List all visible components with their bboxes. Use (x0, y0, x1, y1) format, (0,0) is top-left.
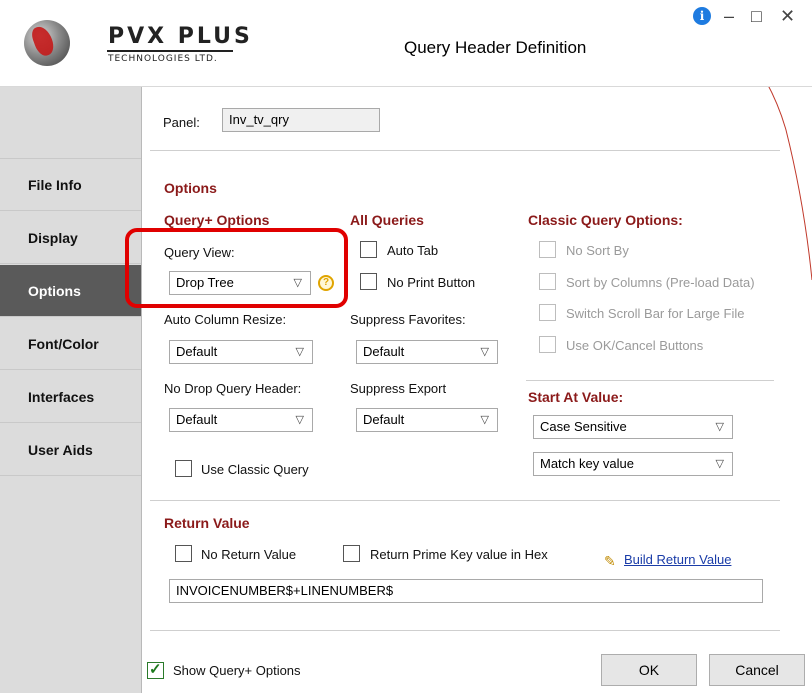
chevron-down-icon: ▽ (295, 414, 304, 426)
no-print-button-label: No Print Button (387, 275, 476, 290)
pencil-icon: ✎ (604, 553, 616, 569)
show-query-plus-label: Show Query+ Options (173, 663, 301, 678)
sidebar-item-font-color[interactable]: Font/Color (0, 318, 141, 370)
panel-field: Inv_tv_qry (222, 108, 380, 132)
suppress-export-select[interactable]: Default ▽ (356, 408, 498, 432)
no-drop-query-header-value: Default (176, 412, 218, 427)
auto-column-resize-label: Auto Column Resize: (164, 312, 287, 327)
return-prime-key-label: Return Prime Key value in Hex (370, 547, 548, 562)
chevron-down-icon: ▽ (715, 458, 724, 470)
case-sensitivity-value: Case Sensitive (540, 419, 627, 434)
sort-by-columns-label: Sort by Columns (Pre-load Data) (566, 275, 755, 290)
classic-query-heading: Classic Query Options: (528, 212, 683, 228)
return-value-heading: Return Value (164, 515, 250, 531)
match-key-select[interactable]: Match key value ▽ (533, 452, 733, 476)
suppress-favorites-label: Suppress Favorites: (350, 312, 466, 327)
use-classic-query-checkbox[interactable] (175, 460, 192, 477)
no-drop-query-header-select[interactable]: Default ▽ (169, 408, 313, 432)
case-sensitivity-select[interactable]: Case Sensitive ▽ (533, 415, 733, 439)
no-return-value-label: No Return Value (201, 547, 297, 562)
pvx-logo-icon (24, 20, 70, 66)
highlight-annotation (125, 228, 348, 308)
no-print-button-checkbox[interactable] (360, 273, 377, 290)
use-ok-cancel-label: Use OK/Cancel Buttons (566, 338, 704, 353)
sidebar-item-user-aids[interactable]: User Aids (0, 424, 141, 476)
logo-name: PVX PLUS (108, 24, 253, 49)
sidebar-item-display[interactable]: Display (0, 212, 141, 264)
divider (150, 150, 780, 151)
show-query-plus-checkbox[interactable] (147, 660, 164, 679)
no-sort-by-checkbox[interactable] (539, 241, 556, 258)
auto-tab-label: Auto Tab (387, 243, 439, 258)
logo-subtitle: TECHNOLOGIES LTD. (108, 54, 218, 64)
auto-column-resize-select[interactable]: Default ▽ (169, 340, 313, 364)
use-classic-query-label: Use Classic Query (201, 462, 309, 477)
query-plus-heading: Query+ Options (164, 212, 270, 228)
chevron-down-icon: ▽ (480, 414, 489, 426)
sidebar: File Info Display Options Font/Color Int… (0, 87, 142, 693)
chevron-down-icon: ▽ (480, 346, 489, 358)
suppress-favorites-value: Default (363, 344, 405, 359)
suppress-export-value: Default (363, 412, 405, 427)
no-return-value-checkbox[interactable] (175, 545, 192, 562)
sidebar-spacer (0, 87, 141, 159)
divider (526, 380, 774, 381)
use-ok-cancel-checkbox[interactable] (539, 336, 556, 353)
cancel-button[interactable]: Cancel (709, 654, 805, 686)
auto-tab-checkbox[interactable] (360, 241, 377, 258)
chevron-down-icon: ▽ (715, 421, 724, 433)
no-drop-query-header-label: No Drop Query Header: (164, 381, 302, 396)
switch-scroll-bar-checkbox[interactable] (539, 304, 556, 321)
close-button[interactable]: ✕ (780, 6, 795, 27)
window-title: Query Header Definition (404, 38, 587, 57)
panel-label: Panel: (163, 115, 200, 130)
return-prime-key-checkbox[interactable] (343, 545, 360, 562)
build-return-value-link[interactable]: Build Return Value (624, 552, 731, 567)
auto-column-resize-value: Default (176, 344, 218, 359)
suppress-favorites-select[interactable]: Default ▽ (356, 340, 498, 364)
ok-button[interactable]: OK (601, 654, 697, 686)
divider (150, 500, 780, 501)
options-heading: Options (164, 180, 217, 196)
info-icon[interactable]: i (693, 7, 711, 25)
match-key-value: Match key value (540, 456, 634, 471)
logo-rule (107, 50, 233, 52)
switch-scroll-bar-label: Switch Scroll Bar for Large File (566, 306, 745, 321)
sidebar-item-file-info[interactable]: File Info (0, 159, 141, 211)
chevron-down-icon: ▽ (295, 346, 304, 358)
return-expression-field[interactable]: INVOICENUMBER$+LINENUMBER$ (169, 579, 763, 603)
sidebar-item-options[interactable]: Options (0, 265, 141, 317)
minimize-button[interactable]: – (724, 6, 734, 27)
all-queries-heading: All Queries (350, 212, 424, 228)
suppress-export-label: Suppress Export (350, 381, 447, 396)
divider (150, 630, 780, 631)
sidebar-item-interfaces[interactable]: Interfaces (0, 371, 141, 423)
maximize-button[interactable]: □ (751, 6, 762, 27)
start-at-heading: Start At Value: (528, 389, 624, 405)
no-sort-by-label: No Sort By (566, 243, 629, 258)
sort-by-columns-checkbox[interactable] (539, 273, 556, 290)
